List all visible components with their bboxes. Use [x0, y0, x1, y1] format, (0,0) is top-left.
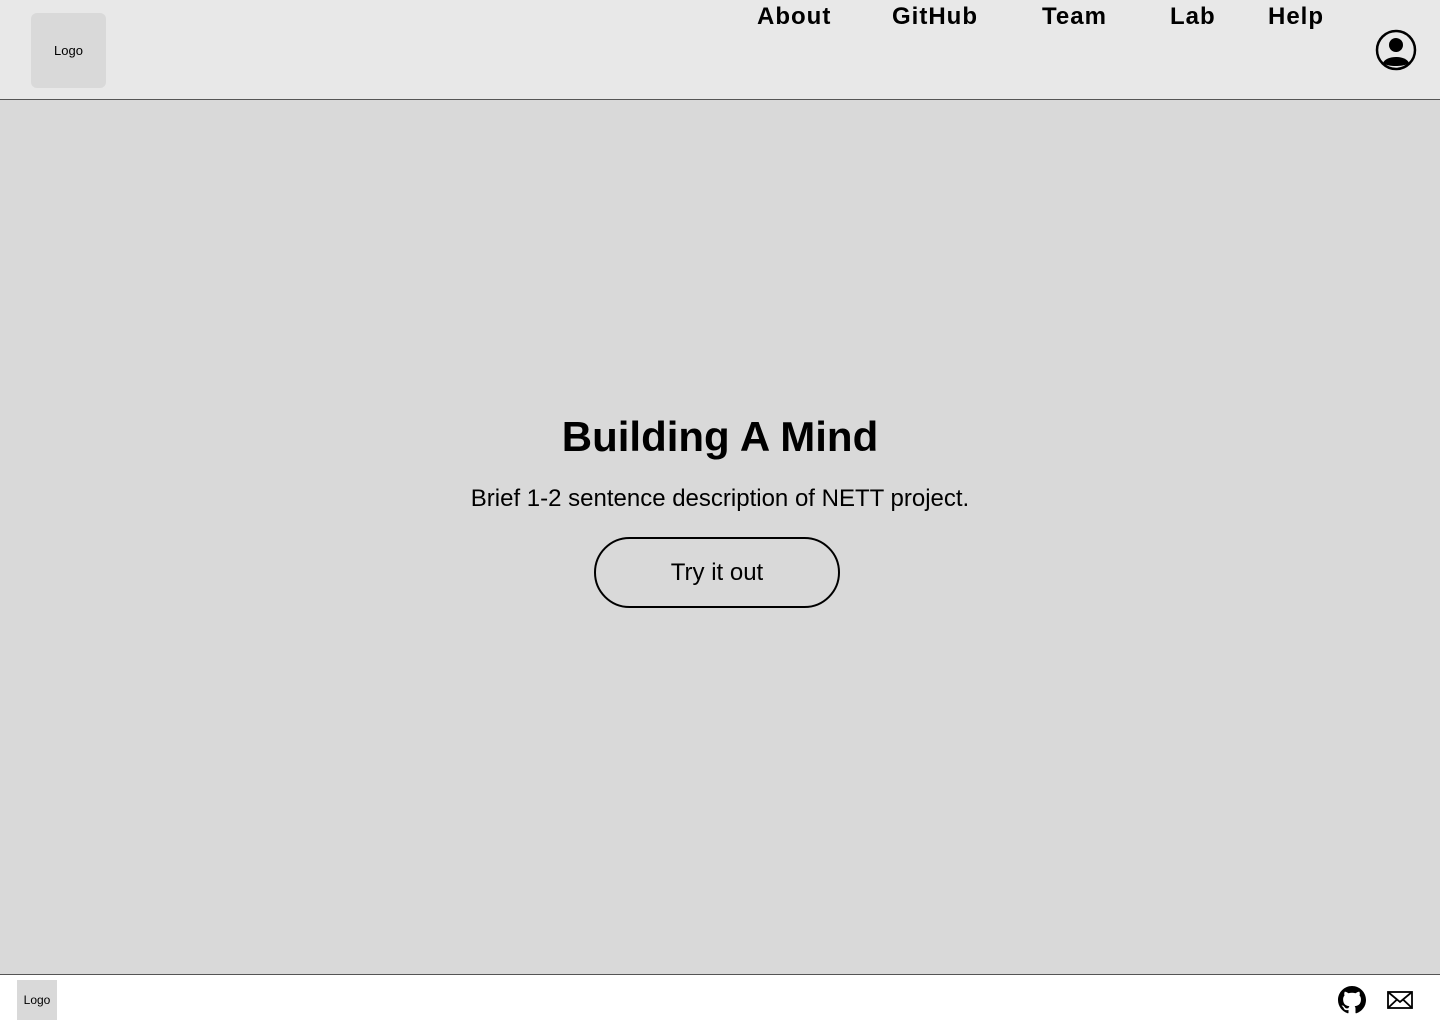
nav-item-about[interactable]: About	[757, 0, 831, 34]
nav-item-team[interactable]: Team	[1042, 0, 1107, 34]
header-logo[interactable]: Logo	[31, 13, 106, 88]
github-icon[interactable]	[1338, 986, 1366, 1014]
try-it-out-button[interactable]: Try it out	[594, 537, 840, 608]
nav-item-lab[interactable]: Lab	[1170, 0, 1216, 34]
mail-icon[interactable]	[1386, 986, 1414, 1014]
hero-description: Brief 1-2 sentence description of NETT p…	[470, 485, 970, 512]
nav-item-github[interactable]: GitHub	[892, 0, 978, 34]
nav-item-help[interactable]: Help	[1268, 0, 1324, 34]
footer-logo[interactable]: Logo	[17, 980, 57, 1020]
header: Logo About GitHub Team Lab Help	[0, 0, 1440, 100]
hero-title: Building A Mind	[561, 413, 879, 460]
page: Logo About GitHub Team Lab Help Building…	[0, 0, 1440, 1024]
footer: Logo	[0, 974, 1440, 1024]
account-circle-icon[interactable]	[1375, 29, 1417, 71]
